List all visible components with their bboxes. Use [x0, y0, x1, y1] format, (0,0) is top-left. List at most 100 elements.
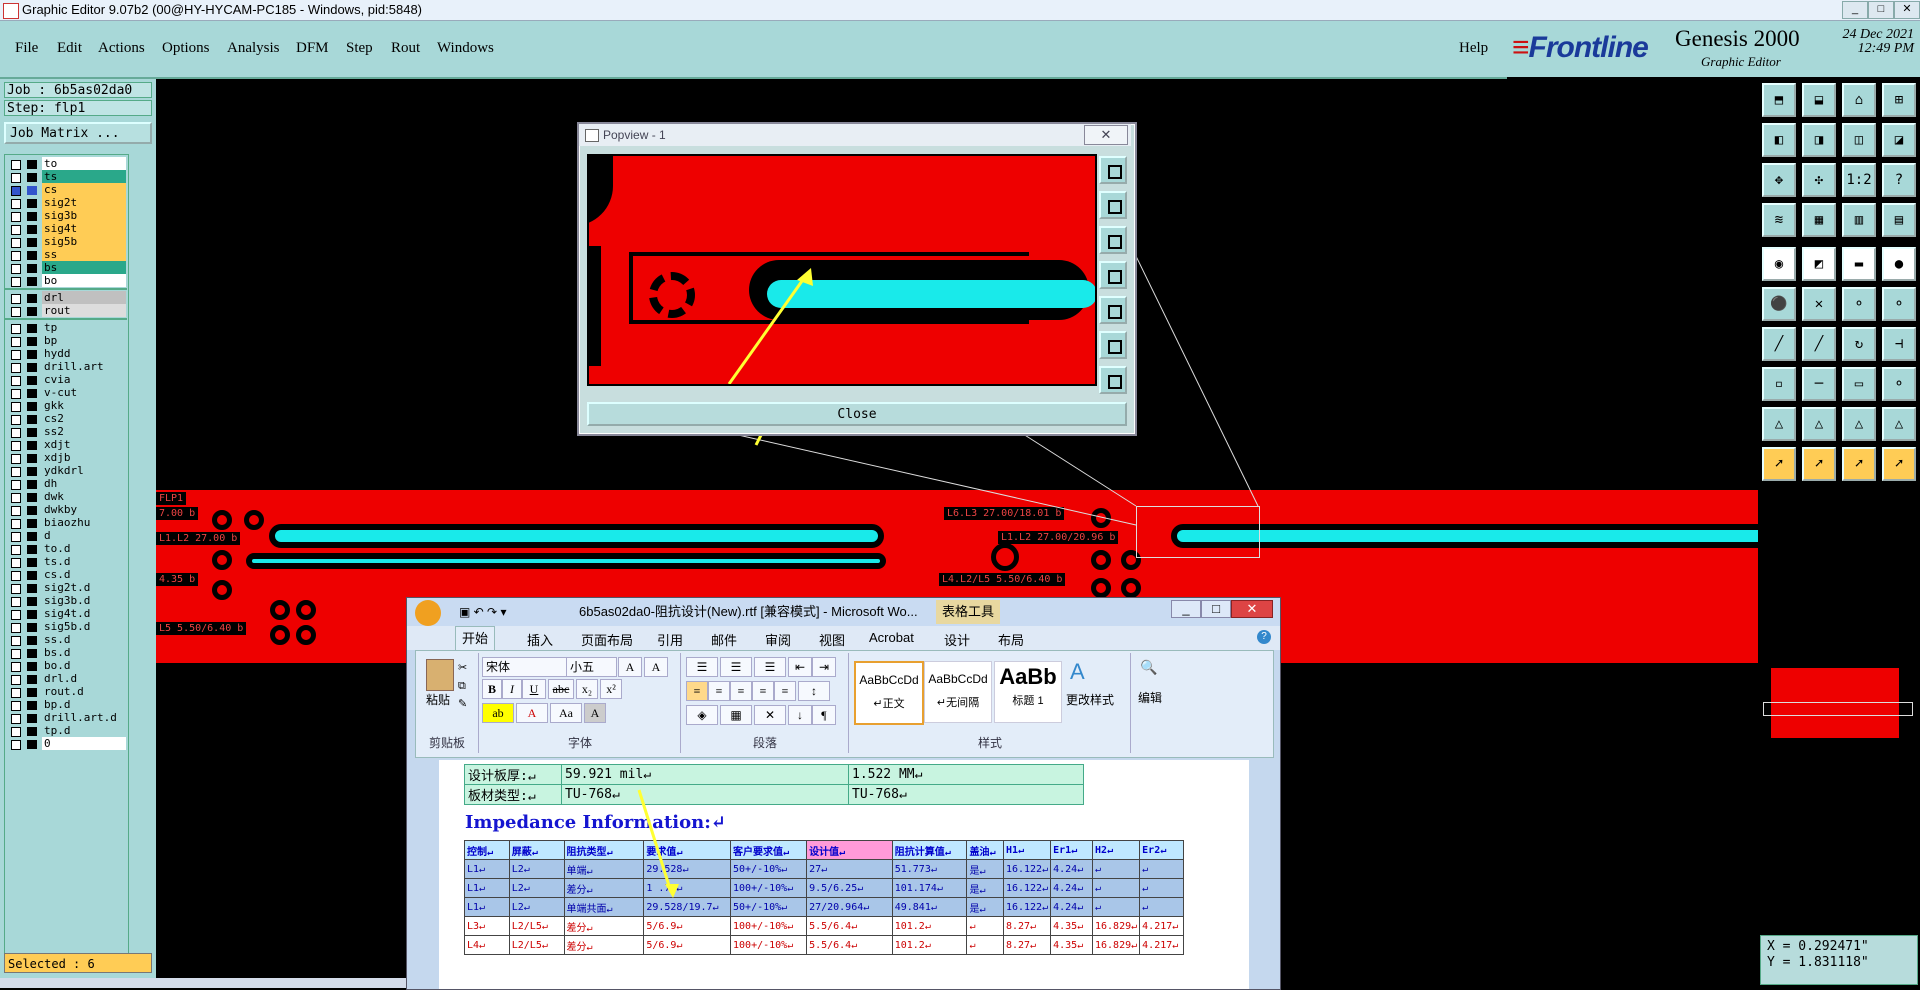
tool-button[interactable]: ⚫ [1762, 287, 1796, 321]
layer-name[interactable]: sig2t.d [42, 581, 126, 594]
char-shading-button[interactable]: A [584, 703, 606, 723]
layer-name[interactable]: sig3b [42, 209, 126, 222]
layer-row-sig3b[interactable]: sig3b [5, 209, 127, 223]
layer-name[interactable]: sig4t [42, 222, 126, 235]
layer-name[interactable]: to [42, 157, 126, 170]
table-cell[interactable]: 8.27↵ [1002, 916, 1052, 936]
table-cell[interactable]: L1↵ [464, 897, 510, 917]
layer-name[interactable]: bp [42, 334, 126, 347]
layer-name[interactable]: 0 [42, 737, 126, 750]
table-cell[interactable]: 29.528↵ [643, 859, 732, 879]
tool-button[interactable]: ⊞ [1882, 83, 1916, 117]
layer-row-drill-art[interactable]: drill.art [5, 360, 127, 374]
layer-row-ss[interactable]: ss [5, 248, 127, 262]
subscript-button[interactable]: x₂ [576, 679, 598, 699]
layer-row-tp[interactable]: tp [5, 321, 127, 335]
highlight-button[interactable]: ab [482, 703, 514, 723]
menu-options[interactable]: Options [162, 40, 210, 57]
layer-checkbox[interactable] [11, 727, 21, 737]
table-cell[interactable]: 50+/-10%↵ [730, 897, 808, 917]
layer-name[interactable]: sig5b [42, 235, 126, 248]
tool-button[interactable]: ─ [1802, 367, 1836, 401]
layer-row-drl[interactable]: drl [5, 291, 127, 305]
popview-tool-button[interactable] [1099, 156, 1127, 184]
layer-checkbox[interactable] [11, 649, 21, 659]
layer-name[interactable]: ts.d [42, 555, 126, 568]
layer-name[interactable]: d [42, 529, 126, 542]
layer-checkbox[interactable] [11, 324, 21, 334]
tab-home[interactable]: 开始 [455, 626, 496, 651]
layer-checkbox[interactable] [11, 402, 21, 412]
tool-button[interactable]: ▫ [1762, 367, 1796, 401]
table-cell[interactable]: ↵ [1091, 878, 1141, 898]
minimize-button[interactable]: _ [1842, 1, 1868, 19]
tool-button[interactable]: ◨ [1802, 123, 1836, 157]
align-center-button[interactable]: ≡ [708, 681, 730, 701]
layer-name[interactable]: ss [42, 248, 126, 261]
layer-name[interactable]: bp.d [42, 698, 126, 711]
table-row[interactable]: L1↵ L2↵ 单端↵ 29.528↵ 50+/-10%↵ 27↵ 51.773↵ 是↵ 16.… [464, 859, 1184, 879]
layer-name[interactable]: sig3b.d [42, 594, 126, 607]
layer-checkbox[interactable] [11, 662, 21, 672]
layer-name[interactable]: bo.d [42, 659, 126, 672]
layer-name[interactable]: bs [42, 261, 126, 274]
table-cell[interactable]: L2↵ [508, 878, 565, 898]
table-cell[interactable]: 16.829↵ [1091, 935, 1141, 955]
table-cell[interactable]: 差分↵ [563, 878, 645, 898]
increase-indent-button[interactable]: ⇥ [812, 657, 836, 677]
layer-row-bs[interactable]: bs [5, 261, 127, 275]
layer-row-d[interactable]: d [5, 529, 127, 543]
tool-button[interactable]: ↻ [1842, 327, 1876, 361]
tool-button[interactable]: ● [1882, 247, 1916, 281]
layer-name[interactable]: drill.art.d [42, 711, 126, 724]
layer-name[interactable]: biaozhu [42, 516, 126, 529]
layer-name[interactable]: dwk [42, 490, 126, 503]
popview-tool-button[interactable] [1099, 366, 1127, 394]
tab-design[interactable]: 设计 [944, 630, 970, 649]
layer-name[interactable]: drl.d [42, 672, 126, 685]
borders-button[interactable]: ▦ [720, 705, 752, 725]
layer-checkbox[interactable] [11, 277, 21, 287]
table-cell[interactable]: ↵ [1139, 897, 1184, 917]
layer-checkbox[interactable] [11, 493, 21, 503]
layer-checkbox[interactable] [11, 519, 21, 529]
layer-checkbox[interactable] [11, 160, 21, 170]
table-cell[interactable]: 5/6.9↵ [643, 935, 732, 955]
tool-button[interactable]: ➚ [1882, 447, 1916, 481]
menu-windows[interactable]: Windows [437, 40, 494, 57]
table-cell[interactable]: L2/L5↵ [508, 916, 565, 936]
table-cell[interactable]: 27↵ [806, 859, 893, 879]
popview-close-button[interactable]: Close [587, 402, 1127, 426]
layer-row-bp-d[interactable]: bp.d [5, 698, 127, 712]
layer-name[interactable]: sig2t [42, 196, 126, 209]
layer-checkbox[interactable] [11, 294, 21, 304]
paste-button[interactable]: 粘贴 [426, 691, 450, 708]
layer-checkbox[interactable] [11, 186, 21, 196]
table-row[interactable]: L4↵ L2/L5↵ 差分↵ 5/6.9↵ 100+/-10%↵ 5.5/6.4↵ 101.… [464, 935, 1184, 955]
superscript-button[interactable]: x² [600, 679, 622, 699]
layer-row-bo-d[interactable]: bo.d [5, 659, 127, 673]
layer-checkbox[interactable] [11, 337, 21, 347]
table-cell[interactable]: ↵ [966, 935, 1004, 955]
layer-name[interactable]: v-cut [42, 386, 126, 399]
job-matrix-button[interactable]: Job Matrix ... [4, 122, 152, 144]
tool-button[interactable]: ◫ [1842, 123, 1876, 157]
layer-checkbox[interactable] [11, 376, 21, 386]
change-styles-icon[interactable]: A [1070, 659, 1085, 685]
table-cell[interactable]: 4.24↵ [1050, 859, 1093, 879]
font-grow-button[interactable]: A [618, 657, 642, 677]
word-window[interactable]: ▣ ↶ ↷ ▾ 6b5as02da0-阻抗设计(New).rtf [兼容模式] … [406, 597, 1281, 990]
tool-button[interactable]: △ [1842, 407, 1876, 441]
distribute-button[interactable]: ≡ [774, 681, 796, 701]
layer-row-cs[interactable]: cs [5, 183, 127, 197]
layer-name[interactable]: cvia [42, 373, 126, 386]
layer-row-ss2[interactable]: ss2 [5, 425, 127, 439]
tool-button[interactable]: ✕ [1802, 287, 1836, 321]
document-page[interactable]: 设计板厚:↵ 59.921 mil↵ 1.522 MM↵ 板材类型:↵ TU-7… [439, 760, 1249, 989]
table-cell[interactable]: L1↵ [464, 878, 510, 898]
numbering-button[interactable]: ☰ [720, 657, 752, 677]
layer-row-sig5b-d[interactable]: sig5b.d [5, 620, 127, 634]
layer-name[interactable]: dh [42, 477, 126, 490]
strikethrough-button[interactable]: abc [548, 679, 574, 699]
layer-checkbox[interactable] [11, 363, 21, 373]
